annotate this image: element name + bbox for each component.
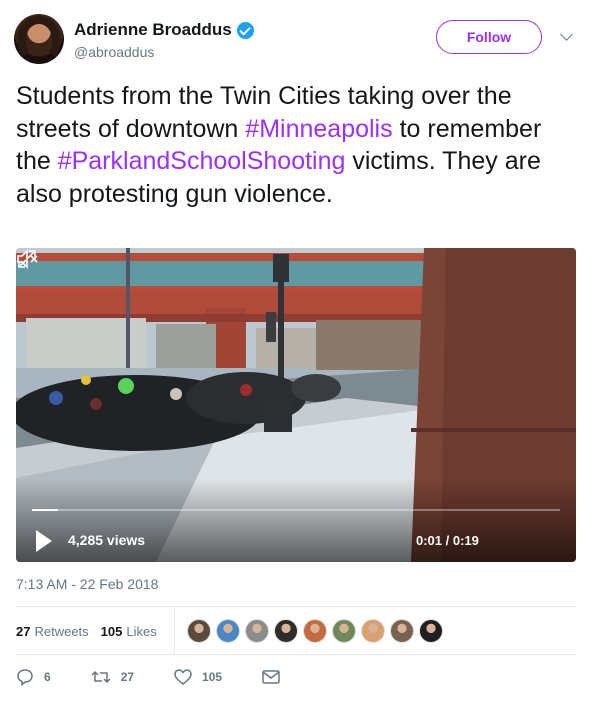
tweet-timestamp[interactable]: 7:13 AM - 22 Feb 2018 <box>16 576 158 592</box>
video-progress-bar[interactable] <box>32 509 560 511</box>
verified-badge-icon <box>236 21 254 39</box>
liker-avatar[interactable] <box>332 619 356 643</box>
user-name[interactable]: Adrienne Broaddus <box>74 20 232 40</box>
liker-avatar[interactable] <box>303 619 327 643</box>
name-row: Adrienne Broaddus <box>74 20 254 40</box>
liker-avatar[interactable] <box>361 619 385 643</box>
engagement-stats: 27 Retweets 105 Likes <box>16 620 169 642</box>
heart-icon <box>174 669 192 685</box>
follow-button[interactable]: Follow <box>436 20 542 54</box>
divider <box>16 654 576 655</box>
stats-divider <box>174 608 175 654</box>
play-icon[interactable] <box>36 530 52 552</box>
view-count: 4,285 views <box>68 532 146 548</box>
likes-count: 105 <box>100 623 123 639</box>
avatar[interactable] <box>14 14 64 64</box>
video-frame <box>16 248 576 562</box>
envelope-icon <box>262 670 280 684</box>
liker-avatar[interactable] <box>245 619 269 643</box>
reply-button[interactable]: 6 <box>16 668 51 686</box>
video-player[interactable]: 4,285 views 0:01 / 0:19 <box>16 248 576 562</box>
tweet-header: Adrienne Broaddus @abroaddus Follow <box>14 12 578 66</box>
hashtag-link[interactable]: #Minneapolis <box>245 115 392 143</box>
likes-label: Likes <box>126 623 157 639</box>
like-count: 105 <box>202 670 223 684</box>
video-time: 0:01 / 0:19 <box>416 533 479 548</box>
fullscreen-icon[interactable] <box>16 248 38 270</box>
retweets-stat[interactable]: 27 Retweets <box>16 624 89 639</box>
user-handle[interactable]: @abroaddus <box>74 44 154 60</box>
retweet-icon <box>91 670 111 684</box>
reply-icon <box>17 669 33 686</box>
retweets-count: 27 <box>16 623 31 639</box>
message-button[interactable] <box>262 670 290 684</box>
retweet-count: 27 <box>120 670 135 684</box>
liker-avatar[interactable] <box>216 619 240 643</box>
liker-avatar[interactable] <box>187 619 211 643</box>
likes-stat[interactable]: 105 Likes <box>101 624 157 639</box>
tweet-text: Students from the Twin Cities taking ove… <box>16 80 578 210</box>
liker-avatar[interactable] <box>274 619 298 643</box>
retweets-label: Retweets <box>34 623 89 639</box>
like-button[interactable]: 105 <box>174 669 222 685</box>
liker-avatars <box>187 619 448 643</box>
liker-avatar[interactable] <box>390 619 414 643</box>
liker-avatar[interactable] <box>419 619 443 643</box>
chevron-down-icon[interactable] <box>560 28 573 41</box>
reply-count: 6 <box>44 670 51 684</box>
video-progress-fill <box>32 509 59 511</box>
hashtag-link[interactable]: #ParklandSchoolShooting <box>58 147 346 175</box>
divider <box>16 606 576 607</box>
retweet-button[interactable]: 27 <box>91 668 134 686</box>
tweet-actions: 6 27 105 <box>16 666 330 688</box>
